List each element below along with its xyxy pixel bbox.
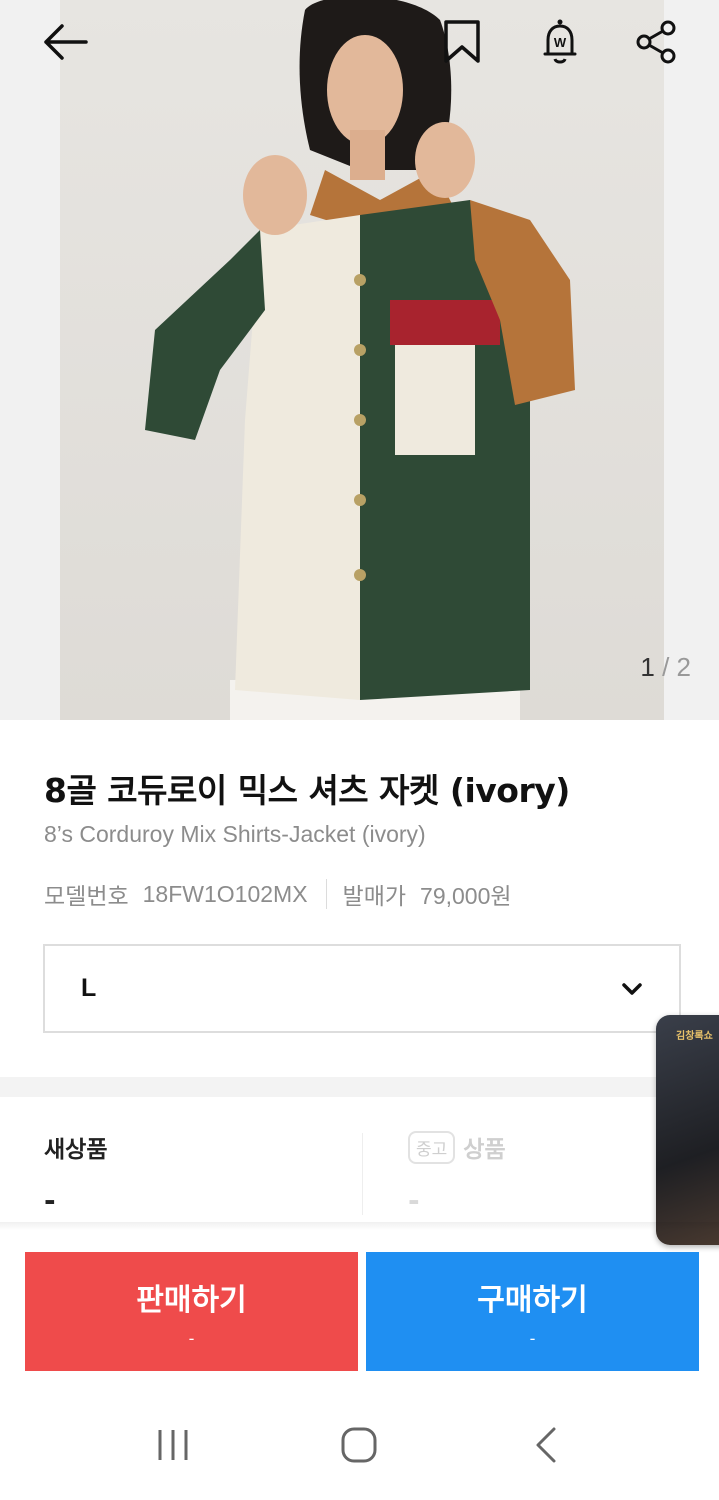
page-separator: / <box>662 652 670 682</box>
product-photo <box>60 0 664 720</box>
size-select[interactable]: L <box>43 944 681 1033</box>
model-number-label: 모델번호 <box>44 884 129 910</box>
product-subtitle: 8’s Corduroy Mix Shirts-Jacket (ivory) <box>44 821 426 847</box>
video-thumbnail-text: 김창록쇼 <box>676 1031 713 1042</box>
bottom-bar-shadow <box>0 1222 719 1230</box>
model-number-value: 18FW1O102MX <box>142 880 308 907</box>
section-divider <box>0 1077 719 1097</box>
buy-button-price: - <box>529 1329 536 1348</box>
floating-video-thumbnail[interactable]: 김창록쇼 <box>656 1015 719 1245</box>
sell-button-label: 판매하기 <box>136 1283 247 1318</box>
system-back-button[interactable] <box>516 1415 576 1475</box>
nav-back-icon <box>536 1427 556 1463</box>
recent-apps-button[interactable] <box>143 1415 203 1475</box>
product-image-carousel[interactable]: W 1 / 2 <box>0 0 719 720</box>
used-product-price[interactable]: 중고 상품 - <box>408 1130 506 1217</box>
bookmark-icon <box>444 20 480 63</box>
share-button[interactable] <box>628 14 684 70</box>
home-icon <box>341 1427 377 1463</box>
svg-text:W: W <box>554 35 567 50</box>
home-button[interactable] <box>329 1415 389 1475</box>
sell-button[interactable]: 판매하기 - <box>25 1252 358 1371</box>
new-product-price[interactable]: 새상품 - <box>44 1130 107 1217</box>
bookmark-button[interactable] <box>434 14 490 70</box>
buy-button-label: 구매하기 <box>477 1283 588 1318</box>
back-button[interactable] <box>36 14 92 70</box>
recent-apps-icon <box>158 1430 188 1460</box>
image-page-counter: 1 / 2 <box>640 652 691 683</box>
new-product-price-value: - <box>44 1184 56 1217</box>
new-product-label: 새상품 <box>44 1137 108 1163</box>
used-product-label: 상품 <box>463 1137 506 1163</box>
product-meta: 모델번호 18FW1O102MX 발매가 79,000원 <box>44 877 512 911</box>
size-select-value: L <box>81 974 97 1002</box>
meta-divider <box>325 879 327 909</box>
release-price-label: 발매가 <box>342 884 407 910</box>
product-title: 8골 코듀로이 믹스 셔츠 자켓 (ivory) <box>44 771 570 810</box>
price-col-divider <box>362 1133 363 1215</box>
used-badge: 중고 <box>408 1130 456 1164</box>
total-pages: 2 <box>676 652 691 682</box>
chevron-down-icon <box>622 982 642 995</box>
current-page: 1 <box>640 652 655 682</box>
used-product-price-value: - <box>408 1184 420 1217</box>
release-price-value: 79,000원 <box>420 883 512 909</box>
alarm-button[interactable]: W <box>532 14 588 70</box>
share-icon <box>636 20 676 64</box>
arrow-left-icon <box>44 24 88 60</box>
buy-button[interactable]: 구매하기 - <box>366 1252 699 1371</box>
bell-w-icon: W <box>543 19 577 64</box>
sell-button-price: - <box>188 1329 195 1348</box>
system-nav-bar <box>0 1390 719 1500</box>
